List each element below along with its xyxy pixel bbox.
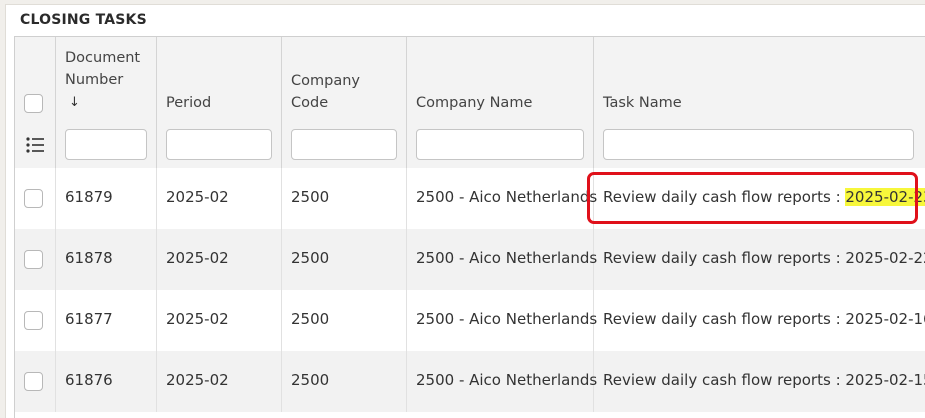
task-name-text: Review daily cash flow reports : bbox=[603, 249, 846, 267]
filter-menu-cell bbox=[15, 121, 56, 168]
header-company-code[interactable]: Company Code bbox=[282, 37, 407, 121]
table-row[interactable]: 61877 2025-02 2500 2500 - Aico Netherlan… bbox=[15, 290, 925, 351]
filter-company-name-input[interactable] bbox=[416, 129, 584, 160]
document-number: 61876 bbox=[65, 371, 113, 389]
company-code: 2500 bbox=[291, 371, 330, 389]
company-name: 2500 - Aico Netherlands bbox=[416, 310, 598, 328]
header-document-number-line1: Document bbox=[65, 50, 141, 66]
sort-descending-icon[interactable]: ↓ bbox=[69, 95, 80, 110]
company-name: 2500 - Aico Netherlands bbox=[416, 249, 598, 267]
header-row: Document Number ↓ Period Company Code Co… bbox=[15, 37, 925, 122]
header-document-number-line2: Number bbox=[65, 72, 124, 88]
task-date: 2025-02-15 bbox=[845, 371, 925, 389]
task-name[interactable]: Review daily cash flow reports : 2025-02… bbox=[603, 371, 925, 389]
tasks-grid: Document Number ↓ Period Company Code Co… bbox=[14, 36, 925, 418]
header-company-code-line2: Code bbox=[291, 95, 329, 111]
header-period-label: Period bbox=[166, 95, 212, 111]
header-period[interactable]: Period bbox=[157, 37, 282, 121]
row-checkbox[interactable] bbox=[24, 372, 43, 391]
header-task-name[interactable]: Task Name bbox=[594, 37, 925, 121]
company-code: 2500 bbox=[291, 249, 330, 267]
table-row[interactable]: 61876 2025-02 2500 2500 - Aico Netherlan… bbox=[15, 351, 925, 412]
filter-company-code-input[interactable] bbox=[291, 129, 397, 160]
filter-period-input[interactable] bbox=[166, 129, 272, 160]
document-number: 61878 bbox=[65, 249, 113, 267]
task-date: 2025-02-16 bbox=[845, 310, 925, 328]
period: 2025-02 bbox=[166, 310, 229, 328]
company-code: 2500 bbox=[291, 188, 330, 206]
document-number: 61879 bbox=[65, 188, 113, 206]
company-code: 2500 bbox=[291, 310, 330, 328]
row-checkbox[interactable] bbox=[24, 250, 43, 269]
header-select-cell bbox=[15, 37, 56, 121]
filter-row bbox=[15, 121, 925, 169]
company-name: 2500 - Aico Netherlands bbox=[416, 188, 598, 206]
header-task-name-label: Task Name bbox=[603, 95, 682, 111]
table-row[interactable]: 61878 2025-02 2500 2500 - Aico Netherlan… bbox=[15, 229, 925, 290]
task-name[interactable]: Review daily cash flow reports : 2025-02… bbox=[603, 310, 925, 328]
list-filter-icon[interactable] bbox=[26, 137, 44, 153]
header-company-name-label: Company Name bbox=[416, 95, 533, 111]
selected-cell-outline bbox=[587, 172, 918, 224]
header-document-number[interactable]: Document Number ↓ bbox=[56, 37, 157, 121]
select-all-checkbox[interactable] bbox=[24, 94, 43, 113]
table-row-partial bbox=[15, 412, 925, 418]
task-name-text: Review daily cash flow reports : bbox=[603, 371, 846, 389]
header-company-name[interactable]: Company Name bbox=[407, 37, 594, 121]
company-name: 2500 - Aico Netherlands bbox=[416, 371, 598, 389]
filter-document-number-input[interactable] bbox=[65, 129, 147, 160]
period: 2025-02 bbox=[166, 188, 229, 206]
row-checkbox[interactable] bbox=[24, 311, 43, 330]
panel-title: CLOSING TASKS bbox=[20, 12, 147, 28]
period: 2025-02 bbox=[166, 371, 229, 389]
period: 2025-02 bbox=[166, 249, 229, 267]
task-date: 2025-02-22 bbox=[845, 249, 925, 267]
row-checkbox[interactable] bbox=[24, 189, 43, 208]
task-name[interactable]: Review daily cash flow reports : 2025-02… bbox=[603, 249, 925, 267]
header-company-code-line1: Company bbox=[291, 73, 360, 89]
filter-task-name-input[interactable] bbox=[603, 129, 914, 160]
document-number: 61877 bbox=[65, 310, 113, 328]
task-name-text: Review daily cash flow reports : bbox=[603, 310, 846, 328]
